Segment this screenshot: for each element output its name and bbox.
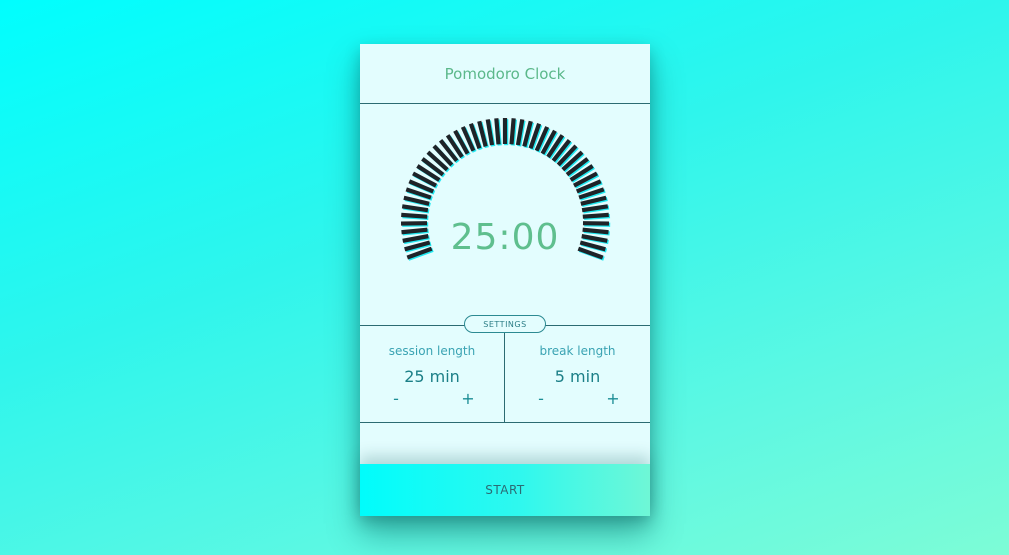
break-increment-button[interactable]: + [603,389,623,408]
app-title: Pomodoro Clock [444,64,566,83]
break-length-value: 5 min [554,367,601,386]
dial-tick [494,118,501,145]
settings-badge[interactable]: SETTINGS [464,315,546,333]
break-decrement-button[interactable]: - [531,389,551,408]
break-length-panel: break length 5 min - + [505,326,650,423]
dial-tick [509,118,516,145]
timer-display: 25:00 [450,217,560,258]
timer-dial [400,118,611,261]
session-length-value: 25 min [404,367,460,386]
session-length-panel: session length 25 min - + [360,326,505,423]
app-header: Pomodoro Clock [360,44,650,104]
session-decrement-button[interactable]: - [386,389,406,408]
settings-section: session length 25 min - + break length 5… [360,315,650,423]
start-button[interactable]: START [360,464,650,516]
session-increment-button[interactable]: + [458,389,478,408]
pomodoro-card: Pomodoro Clock 25:00 session length 25 m… [360,44,650,516]
session-length-label: session length [388,344,476,358]
timer-dial-area: 25:00 [360,104,650,325]
break-length-label: break length [539,344,616,358]
